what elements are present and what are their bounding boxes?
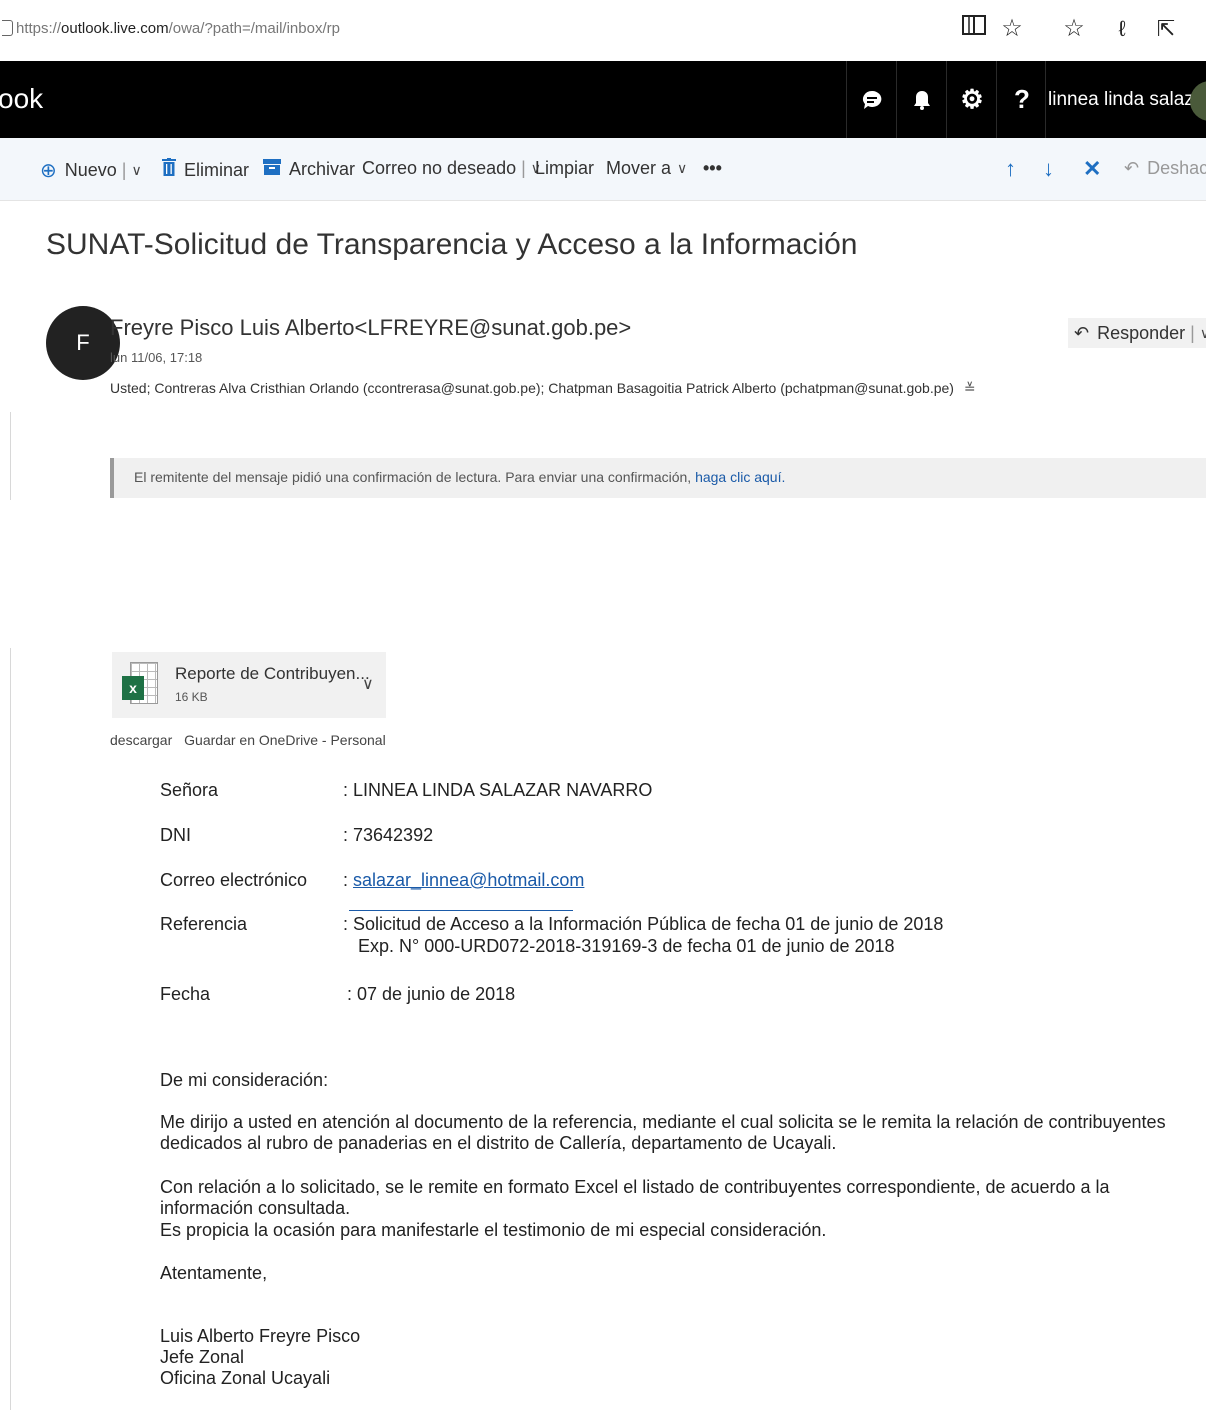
archive-button[interactable]: Archivar [263, 158, 355, 181]
field-label: DNI [160, 825, 191, 845]
excel-icon: x [122, 662, 158, 704]
top-header: ook ⚙ ? linnea linda salaz... [0, 61, 1206, 138]
signature-line: Oficina Zonal Ucayali [160, 1368, 331, 1388]
archive-icon [263, 158, 281, 181]
new-button[interactable]: ⊕ Nuevo | ∨ [40, 158, 142, 183]
email-link[interactable]: salazar_linnea@hotmail.com [353, 870, 584, 890]
chevron-down-icon[interactable]: ∨ [131, 162, 141, 179]
attachment-actions: descargar Guardar en OneDrive - Personal [110, 732, 394, 748]
close-icon[interactable]: ✕ [1083, 156, 1101, 182]
signature-line: Jefe Zonal [160, 1347, 245, 1367]
move-button[interactable]: Mover a ∨ [606, 158, 687, 179]
closing: Atentamente, [160, 1263, 268, 1283]
field-label: Señora [160, 780, 219, 800]
pane-border [10, 412, 11, 500]
field-value: : LINNEA LINDA SALAZAR NAVARRO [343, 780, 653, 800]
undo-icon: ↶ [1124, 158, 1140, 178]
message-date: lun 11/06, 17:18 [110, 350, 203, 365]
url-prefix: https:// [16, 20, 62, 37]
field-value: : 73642392 [343, 825, 434, 845]
recipients-line: Usted; Contreras Alva Cristhian Orlando … [110, 380, 976, 397]
paragraph: Me dirijo a usted en atención al documen… [160, 1112, 1166, 1153]
new-label: Nuevo [64, 160, 117, 180]
trash-icon [162, 158, 176, 182]
recipients-text: Usted; Contreras Alva Cristhian Orlando … [110, 380, 954, 396]
field-value: : Solicitud de Acceso a la Información P… [343, 914, 944, 934]
delete-button[interactable]: Eliminar [162, 158, 249, 182]
url-host: outlook.live.com [61, 20, 169, 37]
save-onedrive-link[interactable]: Guardar en OneDrive - Personal [184, 732, 386, 748]
url-path: /owa/?path=/mail/inbox/rp [168, 20, 340, 37]
command-bar: ⊕ Nuevo | ∨ Eliminar Archivar Correo no … [0, 138, 1206, 201]
paragraph: Con relación a lo solicitado, se le remi… [160, 1177, 1110, 1218]
field-label: Correo electrónico [160, 870, 308, 890]
delete-label: Eliminar [184, 159, 250, 180]
reply-label: Responder [1097, 322, 1186, 343]
address-bar: https://outlook.live.com/owa/?path=/mail… [0, 0, 1206, 61]
attachment-size: 16 KB [175, 690, 208, 704]
help-icon[interactable]: ? [996, 61, 1047, 138]
field-value: : 07 de junio de 2018 [347, 984, 516, 1004]
move-label: Mover a [606, 158, 672, 178]
reply-button[interactable]: ↶ Responder | ∨ [1068, 318, 1206, 348]
sender-name[interactable]: Freyre Pisco Luis Alberto<LFREYRE@sunat.… [110, 315, 631, 341]
underline-rule [349, 910, 573, 911]
app-brand[interactable]: ook [0, 83, 43, 115]
junk-label: Correo no deseado [362, 158, 517, 178]
plus-circle-icon: ⊕ [40, 160, 57, 182]
more-label: ••• [703, 158, 722, 178]
greeting: De mi consideración: [160, 1070, 329, 1090]
share-icon[interactable]: ⇱ [1152, 14, 1180, 44]
field-label: Referencia [160, 914, 248, 934]
attachment-name: Reporte de Contribuyen... [175, 664, 370, 683]
download-link[interactable]: descargar [110, 732, 172, 748]
field-value-line2: Exp. N° 000-URD072-2018-319169-3 de fech… [358, 936, 895, 956]
sweep-label: Limpiar [535, 158, 595, 178]
gear-icon[interactable]: ⚙ [946, 61, 997, 138]
expand-recipients-icon[interactable]: ≚ [964, 380, 976, 396]
reply-icon: ↶ [1074, 322, 1090, 343]
junk-button[interactable]: Correo no deseado | ∨ [362, 158, 541, 179]
sweep-button[interactable]: Limpiar [535, 158, 594, 179]
user-name[interactable]: linnea linda salaz... [1048, 89, 1206, 111]
field-label: Fecha [160, 984, 211, 1004]
read-receipt-link[interactable]: haga clic aquí. [695, 469, 785, 485]
user-avatar[interactable] [1190, 81, 1206, 121]
chat-icon[interactable] [846, 61, 897, 138]
arrow-down-icon[interactable]: ↓ [1043, 156, 1054, 182]
field-value: : salazar_linnea@hotmail.com [343, 870, 584, 891]
attachment-card[interactable]: x Reporte de Contribuyen... 16 KB ∨ [112, 652, 386, 718]
chevron-down-icon: ∨ [677, 160, 688, 176]
divider: | [1190, 322, 1195, 343]
field-value-prefix: : [343, 870, 354, 890]
paragraph: Es propicia la ocasión para manifestarle… [160, 1220, 827, 1240]
more-button[interactable]: ••• [703, 158, 722, 179]
undo-button[interactable]: ↶ Deshacer [1124, 158, 1206, 179]
archive-label: Archivar [289, 159, 356, 179]
pane-border [10, 648, 11, 1410]
read-receipt-text: El remitente del mensaje pidió una confi… [134, 469, 696, 485]
divider: | [521, 158, 526, 178]
read-receipt-banner: El remitente del mensaje pidió una confi… [110, 458, 1206, 498]
undo-label: Deshacer [1147, 158, 1206, 178]
lock-icon [2, 20, 13, 36]
favorite-star-icon[interactable]: ☆ [998, 14, 1026, 44]
url-field[interactable]: https://outlook.live.com/owa/?path=/mail… [16, 20, 340, 37]
divider: | [121, 160, 127, 180]
chevron-down-icon[interactable]: ∨ [1200, 325, 1206, 342]
header-divider [1045, 61, 1046, 138]
chevron-down-icon[interactable]: ∨ [362, 674, 374, 694]
bell-icon[interactable] [896, 61, 947, 138]
message-subject: SUNAT-Solicitud de Transparencia y Acces… [46, 228, 858, 261]
pen-icon[interactable]: ℓ [1108, 14, 1136, 44]
favorites-list-icon[interactable]: ☆ [1060, 14, 1088, 44]
reading-view-icon[interactable] [960, 14, 988, 44]
arrow-up-icon[interactable]: ↑ [1005, 156, 1016, 182]
signature-line: Luis Alberto Freyre Pisco [160, 1326, 361, 1346]
sender-avatar[interactable]: F [46, 306, 120, 380]
